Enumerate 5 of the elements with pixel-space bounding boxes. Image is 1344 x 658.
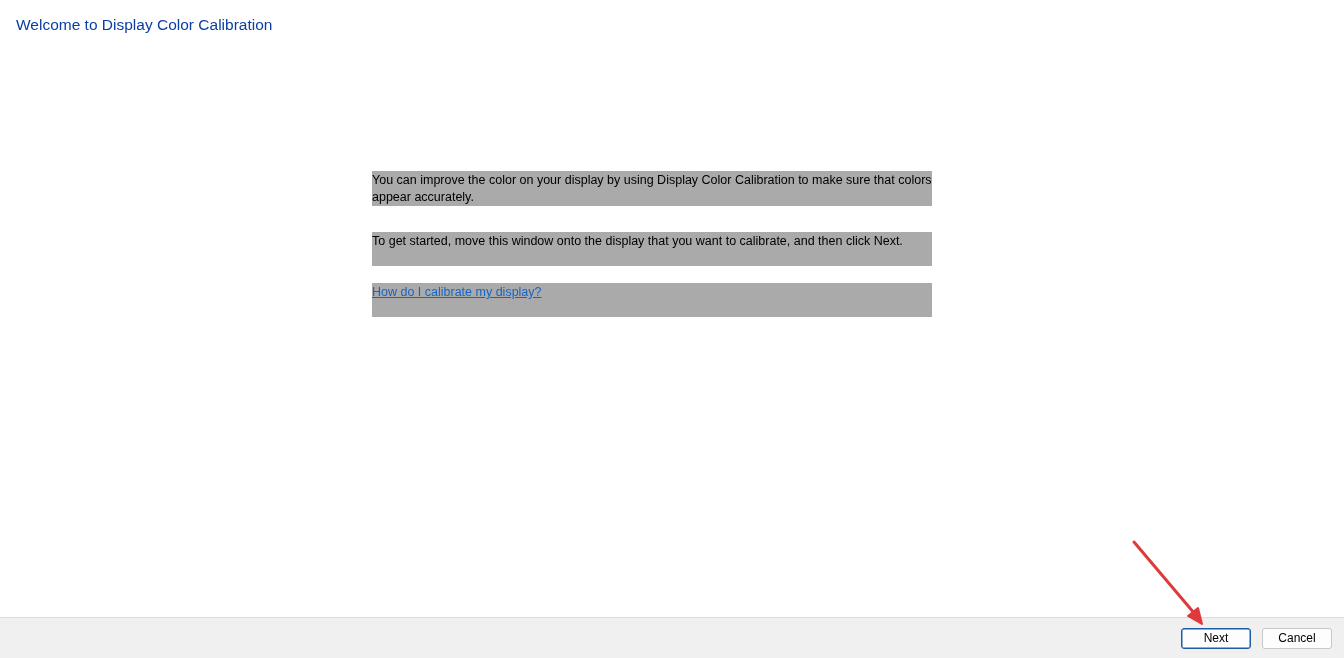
window-title: Welcome to Display Color Calibration [16,15,273,35]
cancel-button[interactable]: Cancel [1262,627,1332,649]
instruction-text: You can improve the color on your display by using Display Color Calibration to make sure that colors appear accurately. [372,171,932,206]
next-button[interactable]: Next [1181,627,1251,649]
instruction-text: To get started, move this window onto the display that you want to calibrate, and then click Next. [372,232,932,266]
